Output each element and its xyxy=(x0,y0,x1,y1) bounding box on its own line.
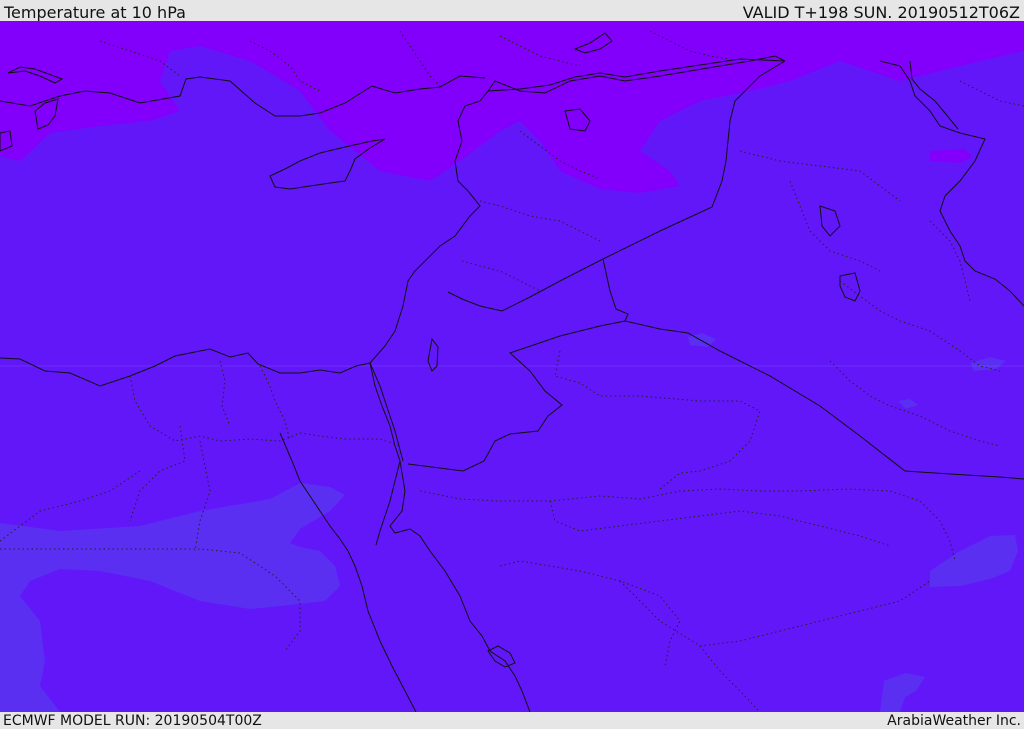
map-panel[interactable] xyxy=(0,21,1024,712)
header-bar: Temperature at 10 hPa VALID T+198 SUN. 2… xyxy=(0,0,1024,22)
footer-bar: ECMWF MODEL RUN: 20190504T00Z ArabiaWeat… xyxy=(0,712,1024,729)
model-run-label: ECMWF MODEL RUN: 20190504T00Z xyxy=(3,713,262,729)
credit-label: ArabiaWeather Inc. xyxy=(887,713,1021,729)
map-svg xyxy=(0,21,1024,712)
map-title: Temperature at 10 hPa xyxy=(4,3,186,22)
valid-time: VALID T+198 SUN. 20190512T06Z xyxy=(742,3,1020,22)
